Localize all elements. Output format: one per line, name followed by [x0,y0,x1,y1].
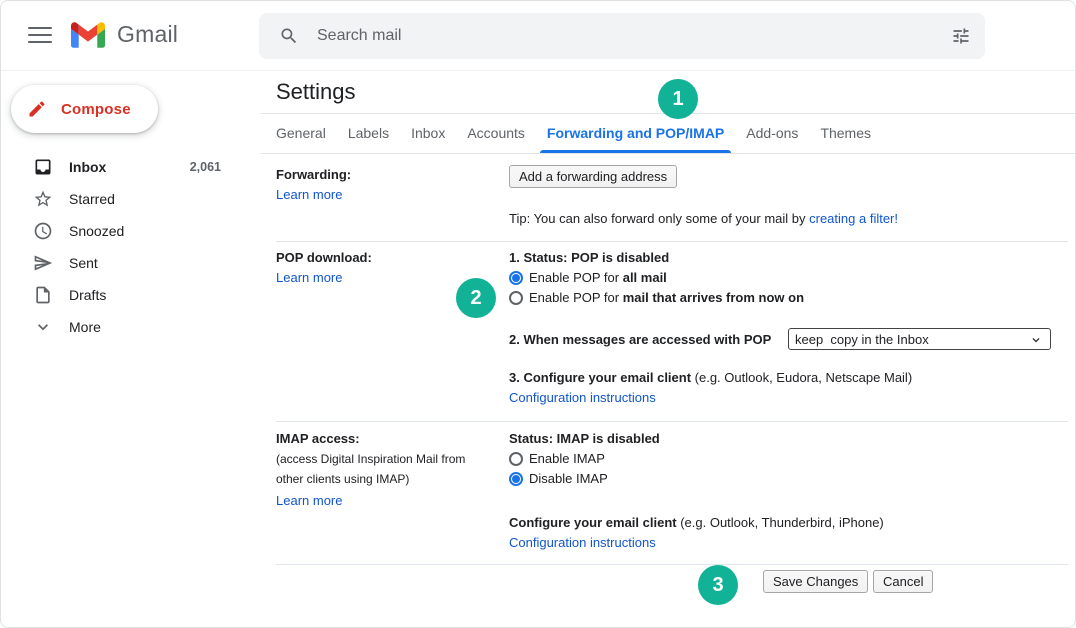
sidebar-item-label: Drafts [69,287,106,303]
search-bar[interactable] [259,13,985,59]
divider [276,241,1068,242]
tab-labels[interactable]: Labels [337,113,400,153]
annotation-step-3-badge: 3 [698,565,738,605]
enable-imap-label: Enable IMAP [529,451,605,466]
chevron-down-icon [33,317,53,337]
page-title: Settings [276,79,356,105]
forwarding-section-label: Forwarding: [276,167,351,182]
enable-pop-all-mail-radio[interactable] [509,271,523,285]
tab-general[interactable]: General [265,113,337,153]
sidebar-item-label: More [69,319,101,335]
inbox-unread-count: 2,061 [190,160,221,174]
imap-access-sublabel-line1: (access Digital Inspiration Mail from [276,452,465,466]
save-changes-button[interactable]: Save Changes [763,570,868,593]
select-chevron-icon [1029,333,1043,352]
gmail-logo-icon [71,22,105,48]
sidebar: Compose Inbox 2,061 Starred Snoozed Sent [1,71,261,628]
tab-forwarding-pop-imap[interactable]: Forwarding and POP/IMAP [536,113,735,153]
divider [276,421,1068,422]
annotation-step-2-badge: 2 [456,278,496,318]
pencil-icon [27,99,47,119]
pop-action-selected-value: keep copy in the Inbox [795,332,929,347]
compose-button[interactable]: Compose [11,85,158,133]
forwarding-learn-more-link[interactable]: Learn more [276,187,342,202]
sidebar-item-sent[interactable]: Sent [1,247,249,279]
divider [276,564,1068,565]
annotation-step-1-badge: 1 [658,79,698,119]
pop-learn-more-link[interactable]: Learn more [276,270,342,285]
enable-imap-radio[interactable] [509,452,523,466]
imap-access-section-label: IMAP access: [276,431,360,446]
sidebar-item-label: Inbox [69,159,106,175]
tab-inbox[interactable]: Inbox [400,113,456,153]
pop-configure-heading: 3. Configure your email client (e.g. Out… [509,370,912,385]
inbox-icon [33,157,53,177]
forwarding-tip-text: Tip: You can also forward only some of y… [509,211,898,226]
tab-add-ons[interactable]: Add-ons [735,113,809,153]
pop-action-select[interactable]: keep copy in the Inbox [788,328,1051,350]
tab-themes[interactable]: Themes [809,113,882,153]
cancel-button[interactable]: Cancel [873,570,933,593]
hamburger-menu-icon[interactable] [28,27,52,45]
creating-a-filter-link[interactable]: creating a filter! [809,211,898,226]
sidebar-item-label: Snoozed [69,223,124,239]
compose-label: Compose [61,101,131,118]
add-forwarding-address-button[interactable]: Add a forwarding address [509,165,677,188]
settings-tabs: General Labels Inbox Accounts Forwarding… [265,113,882,153]
enable-pop-from-now-on-radio[interactable] [509,291,523,305]
sidebar-item-label: Starred [69,191,115,207]
imap-status-heading: Status: IMAP is disabled [509,431,660,446]
imap-learn-more-link[interactable]: Learn more [276,493,342,508]
send-icon [33,253,53,273]
sidebar-item-inbox[interactable]: Inbox 2,061 [1,151,249,183]
sidebar-item-more[interactable]: More [1,311,249,343]
sidebar-item-drafts[interactable]: Drafts [1,279,249,311]
pop-download-section-label: POP download: [276,250,372,265]
tab-accounts[interactable]: Accounts [456,113,536,153]
pop-when-accessed-heading: 2. When messages are accessed with POP [509,332,771,347]
sidebar-item-label: Sent [69,255,98,271]
gmail-settings-window: Gmail Compose Inbox 2,061 Starred [0,0,1076,628]
sidebar-nav: Inbox 2,061 Starred Snoozed Sent Drafts [1,151,249,343]
sidebar-item-starred[interactable]: Starred [1,183,249,215]
star-icon [33,189,53,209]
pop-status-heading: 1. Status: POP is disabled [509,250,669,265]
draft-icon [33,285,53,305]
app-header: Gmail [1,1,1076,71]
settings-main: Settings General Labels Inbox Accounts F… [261,71,1076,628]
gmail-wordmark: Gmail [117,21,178,48]
sidebar-item-snoozed[interactable]: Snoozed [1,215,249,247]
search-input[interactable] [317,27,951,45]
divider [261,153,1076,154]
imap-configuration-instructions-link[interactable]: Configuration instructions [509,535,656,550]
search-icon [279,26,299,46]
pop-configuration-instructions-link[interactable]: Configuration instructions [509,390,656,405]
disable-imap-radio[interactable] [509,472,523,486]
enable-pop-all-mail-label: Enable POP for all mail [529,270,667,285]
imap-access-sublabel-line2: other clients using IMAP) [276,472,409,486]
imap-configure-heading: Configure your email client (e.g. Outloo… [509,515,884,530]
clock-icon [33,221,53,241]
enable-pop-from-now-on-label: Enable POP for mail that arrives from no… [529,290,804,305]
search-options-icon[interactable] [951,26,971,46]
disable-imap-label: Disable IMAP [529,471,608,486]
